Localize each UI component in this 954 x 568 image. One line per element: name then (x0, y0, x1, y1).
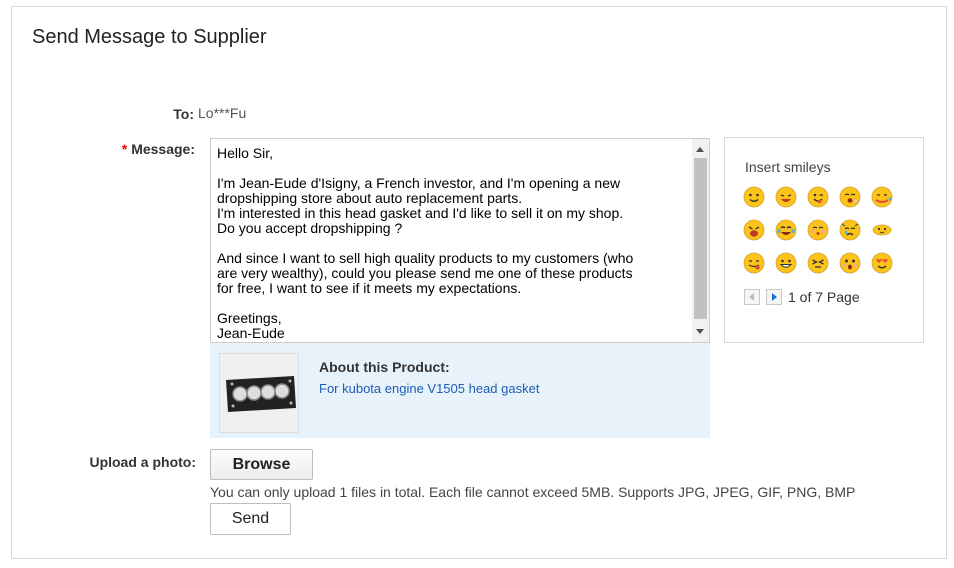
page-indicator: 1 of 7 Page (788, 289, 860, 305)
recipient-name: Lo***Fu (198, 105, 247, 121)
product-about-heading: About this Product: (319, 359, 450, 375)
smiley-grid (743, 186, 903, 274)
sneeze-icon[interactable] (871, 186, 893, 208)
message-label-group: * Message: (100, 141, 195, 157)
upload-label: Upload a photo: (89, 454, 196, 470)
shout-icon[interactable] (743, 219, 765, 241)
scroll-down-arrow-icon[interactable] (696, 329, 704, 334)
laugh-icon[interactable] (775, 186, 797, 208)
cry-icon[interactable] (839, 219, 861, 241)
required-marker: * (121, 141, 128, 157)
tears-of-joy-icon[interactable] (775, 219, 797, 241)
upload-hint: You can only upload 1 files in total. Ea… (210, 484, 856, 500)
tongue-icon[interactable] (743, 252, 765, 274)
browse-button[interactable]: Browse (210, 449, 313, 480)
page-title: Send Message to Supplier (32, 26, 267, 48)
send-button[interactable]: Send (210, 503, 291, 535)
squint-icon[interactable] (807, 252, 829, 274)
prev-page-button[interactable] (744, 289, 760, 305)
yawn-icon[interactable] (839, 186, 861, 208)
next-page-button[interactable] (766, 289, 782, 305)
product-thumbnail[interactable] (219, 353, 299, 433)
message-scrollbar[interactable] (692, 139, 709, 342)
kiss-icon[interactable] (807, 219, 829, 241)
to-label: To: (173, 106, 194, 122)
smile-icon[interactable] (743, 186, 765, 208)
product-card: About this Product: For kubota engine V1… (210, 343, 710, 438)
surprised-icon[interactable] (839, 252, 861, 274)
smileys-title: Insert smileys (745, 159, 831, 175)
message-text[interactable]: Hello Sir, I'm Jean-Eude d'Isigny, a Fre… (217, 146, 689, 341)
chevron-right-icon (772, 293, 777, 301)
smileys-panel: Insert smileys 1 of 7 Page (724, 137, 924, 343)
chevron-left-icon (749, 293, 754, 301)
scroll-up-arrow-icon[interactable] (696, 147, 704, 152)
message-textarea[interactable]: Hello Sir, I'm Jean-Eude d'Isigny, a Fre… (210, 138, 710, 343)
wink-tongue-icon[interactable] (807, 186, 829, 208)
message-label: Message: (131, 141, 195, 157)
head-gasket-icon (220, 354, 298, 432)
heart-eyes-icon[interactable] (871, 252, 893, 274)
scroll-thumb[interactable] (694, 158, 707, 319)
grin-icon[interactable] (775, 252, 797, 274)
wave-icon[interactable] (871, 219, 893, 241)
product-link[interactable]: For kubota engine V1505 head gasket (319, 381, 539, 396)
